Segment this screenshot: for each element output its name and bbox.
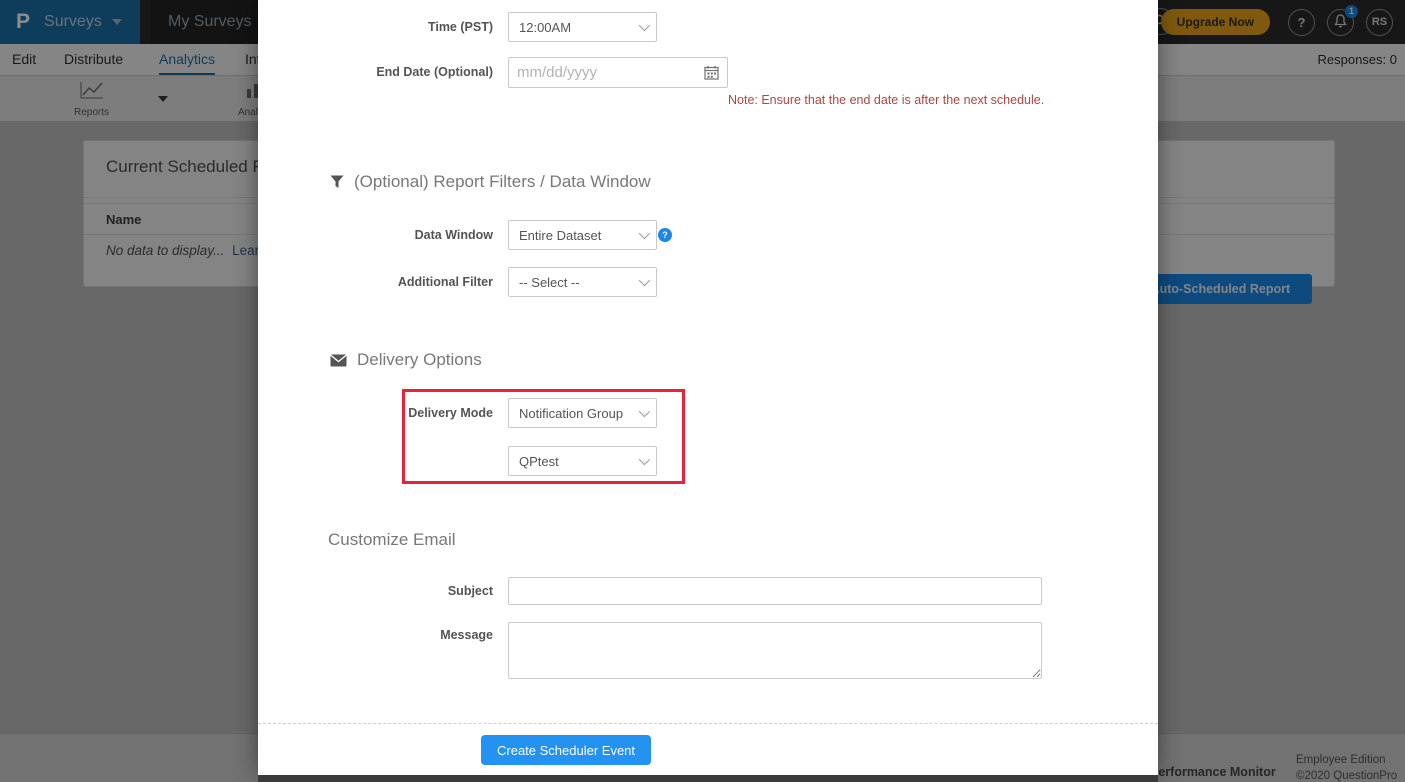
message-textarea[interactable] — [508, 622, 1042, 679]
end-date-input[interactable] — [508, 57, 728, 88]
data-window-value: Entire Dataset — [519, 228, 601, 243]
time-label: Time (PST) — [258, 12, 493, 42]
end-date-label: End Date (Optional) — [258, 57, 493, 88]
delivery-mode-value: Notification Group — [519, 406, 623, 421]
filters-section-title: (Optional) Report Filters / Data Window — [354, 172, 651, 192]
info-icon[interactable]: ? — [658, 228, 672, 242]
additional-filter-value: -- Select -- — [519, 275, 580, 290]
delivery-section-header: Delivery Options — [330, 350, 482, 370]
subject-input[interactable] — [508, 577, 1042, 605]
message-label: Message — [258, 622, 493, 648]
chevron-down-icon — [639, 406, 650, 417]
modal-footer-divider — [258, 723, 1158, 724]
filter-icon — [330, 175, 344, 189]
chevron-down-icon — [639, 275, 650, 286]
modal-bottom-strip — [258, 775, 1158, 782]
end-date-note: Note: Ensure that the end date is after … — [728, 93, 1044, 107]
data-window-label: Data Window — [258, 220, 493, 250]
create-scheduler-event-label: Create Scheduler Event — [497, 743, 635, 758]
additional-filter-select[interactable]: -- Select -- — [508, 267, 657, 297]
delivery-mode-label: Delivery Mode — [258, 398, 493, 428]
chevron-down-icon — [639, 20, 650, 31]
subject-label: Subject — [258, 577, 493, 605]
customize-email-title: Customize Email — [328, 530, 456, 550]
delivery-section-title: Delivery Options — [357, 350, 482, 370]
customize-email-header: Customize Email — [328, 530, 456, 550]
calendar-icon[interactable] — [704, 65, 719, 85]
delivery-mode-select[interactable]: Notification Group — [508, 398, 657, 428]
notification-group-value: QPtest — [519, 454, 559, 469]
scheduler-event-modal: Time (PST) 12:00AM End Date (Optional) N… — [258, 0, 1158, 775]
envelope-icon — [330, 354, 347, 367]
notification-group-select[interactable]: QPtest — [508, 446, 657, 476]
additional-filter-label: Additional Filter — [258, 267, 493, 297]
data-window-select[interactable]: Entire Dataset — [508, 220, 657, 250]
filters-section-header: (Optional) Report Filters / Data Window — [330, 172, 651, 192]
time-select-value: 12:00AM — [519, 20, 571, 35]
chevron-down-icon — [639, 454, 650, 465]
chevron-down-icon — [639, 228, 650, 239]
time-select[interactable]: 12:00AM — [508, 12, 657, 42]
create-scheduler-event-button[interactable]: Create Scheduler Event — [481, 735, 651, 765]
